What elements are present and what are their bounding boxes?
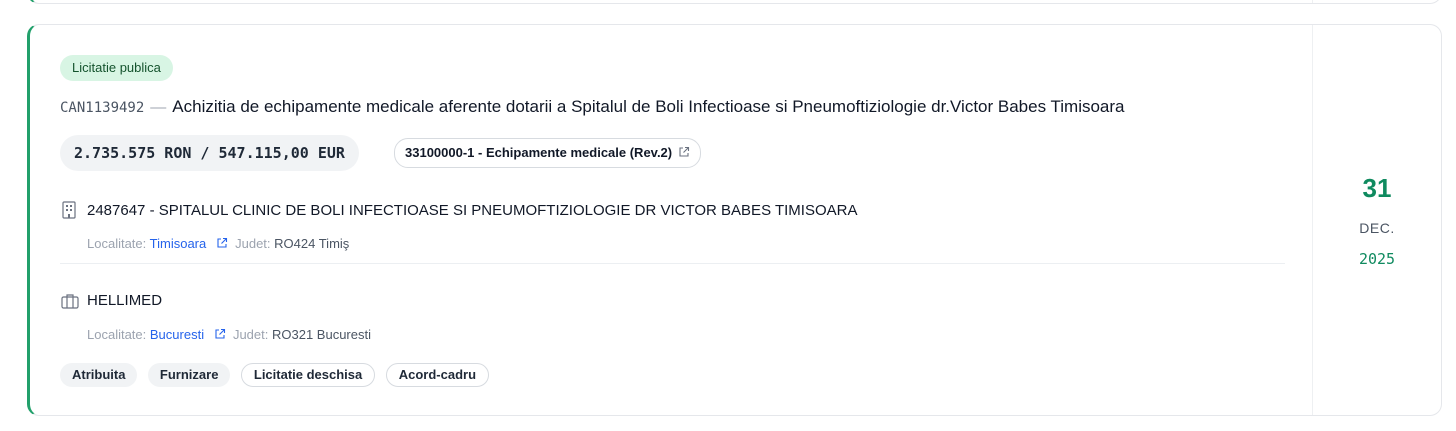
tag-type: Furnizare: [147, 363, 231, 387]
locality-label: Localitate:: [87, 236, 147, 251]
date-year: 2025: [1358, 250, 1396, 268]
tag-procedure: Licitatie deschisa: [240, 363, 376, 387]
authority-locality-link[interactable]: Timisoara: [150, 236, 207, 251]
county-label: Judet:: [232, 327, 269, 342]
notice-title[interactable]: Achizitia de echipamente medicale aferen…: [172, 97, 1124, 116]
authority-meta: Localitate: Timisoara Judet: RO424 Timiş: [87, 236, 349, 252]
supplier-meta: Localitate: Bucuresti Judet: RO321 Bucur…: [87, 327, 371, 343]
date-month: DEC.: [1359, 220, 1395, 236]
previous-result-card: [27, 0, 1442, 4]
notice-code: CAN1139492: [60, 100, 145, 116]
section-divider: [60, 263, 1285, 264]
date-day: 31: [1362, 173, 1392, 203]
supplier-name[interactable]: HELLIMED: [87, 292, 162, 309]
external-link-icon[interactable]: [216, 237, 228, 252]
authority-name[interactable]: 2487647 - SPITALUL CLINIC DE BOLI INFECT…: [87, 202, 857, 219]
card-main: Licitatie publica CAN1139492 — Achizitia d…: [30, 25, 1312, 415]
locality-label: Localitate:: [87, 327, 147, 342]
tag-status: Atribuita: [60, 363, 138, 387]
cpv-label: 33100000-1 - Echipamente medicale (Rev.2…: [405, 145, 673, 160]
briefcase-icon: [61, 293, 79, 314]
notice-title-row[interactable]: CAN1139492 — Achizitia de echipamente medi…: [60, 97, 1125, 117]
date-column: 31 DEC. 2025: [1312, 25, 1441, 415]
cpv-code-chip[interactable]: 33100000-1 - Echipamente medicale (Rev.2…: [394, 138, 702, 168]
card-divider: [1312, 0, 1313, 3]
estimated-value: 2.735.575 RON / 547.115,00 EUR: [60, 135, 359, 171]
tag-framework: Acord-cadru: [385, 363, 490, 387]
tag-list: Atribuita Furnizare Licitatie deschisa A…: [60, 363, 495, 387]
procedure-badge: Licitatie publica: [60, 55, 173, 81]
supplier-county: RO321 Bucuresti: [272, 327, 371, 342]
building-icon: [61, 201, 77, 224]
external-link-icon: [678, 140, 690, 168]
supplier-locality-link[interactable]: Bucuresti: [150, 327, 204, 342]
authority-county: RO424 Timiş: [274, 236, 350, 251]
result-card[interactable]: Licitatie publica CAN1139492 — Achizitia d…: [27, 24, 1442, 416]
county-label: Judet:: [235, 236, 271, 251]
external-link-icon[interactable]: [214, 328, 226, 343]
title-separator: —: [150, 99, 167, 116]
